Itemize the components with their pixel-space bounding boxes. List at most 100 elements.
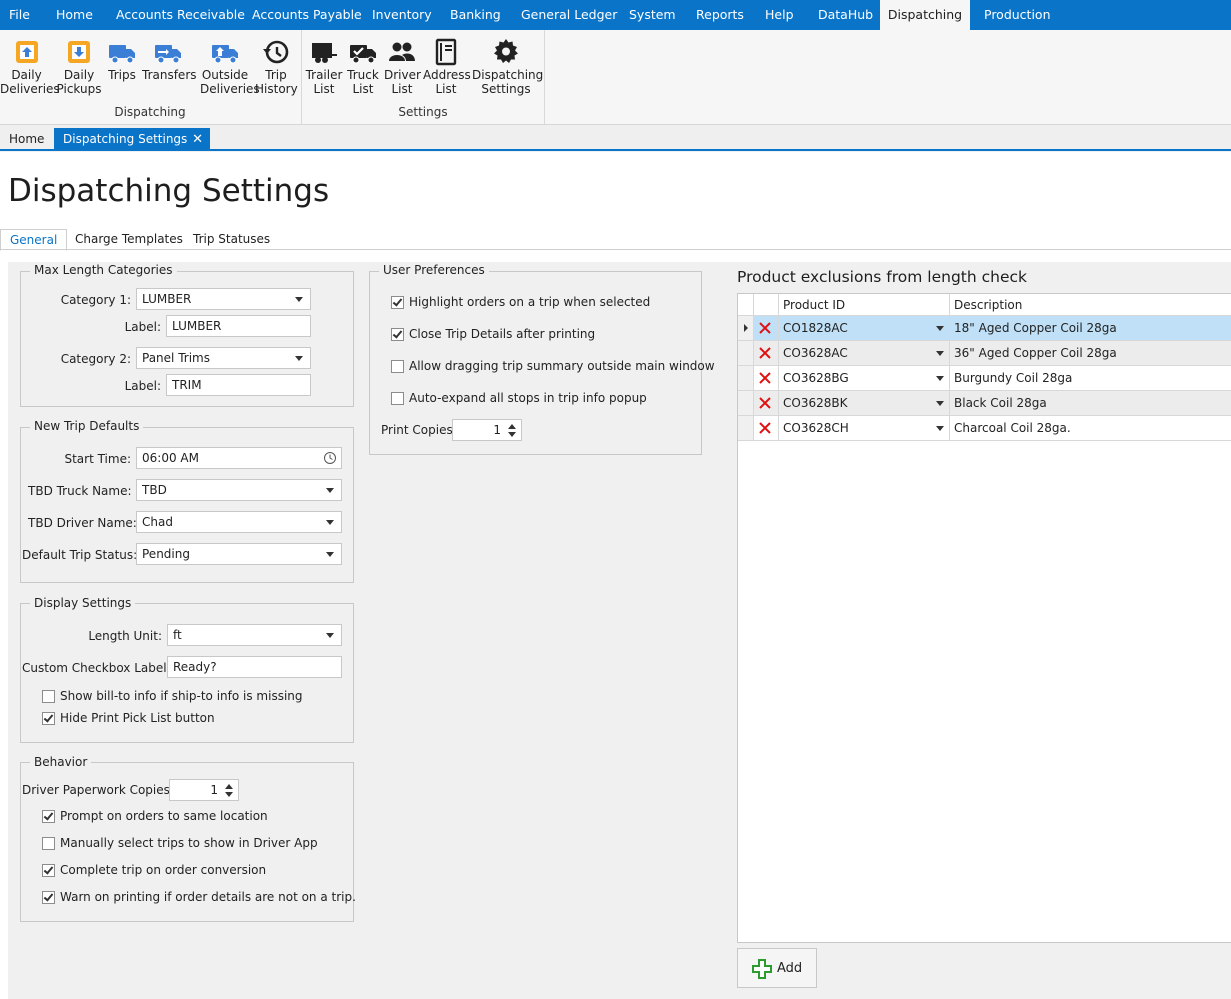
row-indicator[interactable] <box>738 316 754 340</box>
table-row[interactable]: CO3628CH Charcoal Coil 28ga. <box>738 416 1231 441</box>
table-row[interactable]: CO3628BG Burgundy Coil 28ga <box>738 366 1231 391</box>
truck-list-button[interactable]: Truck List <box>345 34 381 100</box>
chevron-down-icon[interactable] <box>936 401 944 406</box>
clock-icon[interactable] <box>323 451 337 465</box>
user-pref-checkbox[interactable] <box>391 392 404 405</box>
daily-deliveries-button[interactable]: Daily Deliveries <box>0 34 60 100</box>
chevron-down-icon[interactable] <box>936 426 944 431</box>
delete-row-button[interactable] <box>754 316 779 340</box>
product-id-cell[interactable]: CO1828AC <box>779 316 950 340</box>
product-id-cell[interactable]: CO3628CH <box>779 416 950 440</box>
delete-row-button[interactable] <box>754 366 779 390</box>
user-pref-checkbox[interactable] <box>391 360 404 373</box>
category2-select[interactable]: Panel Trims <box>136 347 311 369</box>
table-row[interactable]: CO1828AC 18" Aged Copper Coil 28ga <box>738 316 1231 341</box>
behavior-option-checkbox[interactable] <box>42 891 55 904</box>
trips-button[interactable]: Trips <box>104 34 140 100</box>
menu-inventory[interactable]: Inventory <box>372 0 432 30</box>
trip-history-button[interactable]: Trip History <box>255 34 298 100</box>
chevron-down-icon[interactable] <box>936 351 944 356</box>
menu-general-ledger[interactable]: General Ledger <box>521 0 617 30</box>
group-title: Behavior <box>30 755 92 769</box>
description-cell[interactable]: Black Coil 28ga <box>950 391 1231 415</box>
driver-paperwork-copies-stepper[interactable]: 1 <box>169 779 239 801</box>
chevron-down-icon[interactable] <box>936 376 944 381</box>
user-pref-label: Auto-expand all stops in trip info popup <box>409 391 647 405</box>
trailer-list-button[interactable]: Trailer List <box>305 34 343 100</box>
close-icon[interactable]: ✕ <box>192 128 203 151</box>
spin-down-icon[interactable] <box>508 432 516 437</box>
menu-production[interactable]: Production <box>984 0 1051 30</box>
hide-pick-list-checkbox[interactable] <box>42 712 55 725</box>
table-row[interactable]: CO3628BK Black Coil 28ga <box>738 391 1231 416</box>
default-trip-status-select[interactable]: Pending <box>136 543 342 565</box>
user-pref-checkbox[interactable] <box>391 328 404 341</box>
behavior-option-checkbox[interactable] <box>42 810 55 823</box>
description-cell[interactable]: 18" Aged Copper Coil 28ga <box>950 316 1231 340</box>
col-product-id[interactable]: Product ID <box>779 294 950 316</box>
print-copies-stepper[interactable]: 1 <box>452 419 522 441</box>
menu-accounts-receivable[interactable]: Accounts Receivable <box>116 0 245 30</box>
check-mark-icon <box>392 296 403 307</box>
tbd-truck-select[interactable]: TBD <box>136 479 342 501</box>
behavior-option-checkbox[interactable] <box>42 837 55 850</box>
group-title: New Trip Defaults <box>30 419 144 433</box>
label2-input[interactable]: TRIM <box>166 374 311 396</box>
transfers-button[interactable]: Transfers <box>142 34 197 100</box>
row-indicator[interactable] <box>738 391 754 415</box>
doc-tab-dispatching-settings[interactable]: Dispatching Settings ✕ <box>54 128 210 151</box>
product-id-cell[interactable]: CO3628AC <box>779 341 950 365</box>
menu-reports[interactable]: Reports <box>696 0 744 30</box>
spin-up-icon[interactable] <box>225 784 233 789</box>
tbd-driver-select[interactable]: Chad <box>136 511 342 533</box>
spin-up-icon[interactable] <box>508 424 516 429</box>
label1-input[interactable]: LUMBER <box>166 315 311 337</box>
tab-trip-statuses[interactable]: Trip Statuses <box>184 229 279 251</box>
menu-banking[interactable]: Banking <box>450 0 501 30</box>
exclusions-title: Product exclusions from length check <box>737 268 1027 286</box>
chevron-down-icon[interactable] <box>936 326 944 331</box>
people-icon <box>388 38 416 66</box>
row-indicator[interactable] <box>738 341 754 365</box>
dispatching-settings-button[interactable]: Dispatching Settings <box>472 34 543 100</box>
custom-checkbox-label-input[interactable]: Ready? <box>167 656 342 678</box>
product-id-cell[interactable]: CO3628BK <box>779 391 950 415</box>
row-indicator[interactable] <box>738 416 754 440</box>
menu-dispatching[interactable]: Dispatching <box>880 0 970 30</box>
menu-home[interactable]: Home <box>56 0 93 30</box>
driver-list-button[interactable]: Driver List <box>384 34 421 100</box>
address-list-button[interactable]: Address List <box>423 34 471 100</box>
length-unit-select[interactable]: ft <box>167 624 342 646</box>
user-pref-checkbox[interactable] <box>391 296 404 309</box>
spin-down-icon[interactable] <box>225 792 233 797</box>
description-cell[interactable]: Charcoal Coil 28ga. <box>950 416 1231 440</box>
tbd-driver-label: TBD Driver Name: <box>28 516 137 530</box>
delete-row-button[interactable] <box>754 416 779 440</box>
show-billto-checkbox[interactable] <box>42 690 55 703</box>
menu-help[interactable]: Help <box>765 0 794 30</box>
daily-pickups-button[interactable]: Daily Pickups <box>55 34 103 100</box>
delete-row-button[interactable] <box>754 341 779 365</box>
start-time-input[interactable]: 06:00 AM <box>136 447 342 469</box>
length-unit-label: Length Unit: <box>88 629 162 643</box>
menu-system[interactable]: System <box>629 0 676 30</box>
tab-charge-templates[interactable]: Charge Templates <box>66 229 192 251</box>
description-cell[interactable]: Burgundy Coil 28ga <box>950 366 1231 390</box>
delete-row-button[interactable] <box>754 391 779 415</box>
menu-file[interactable]: File <box>9 0 30 30</box>
behavior-option-checkbox[interactable] <box>42 864 55 877</box>
product-id-cell[interactable]: CO3628BG <box>779 366 950 390</box>
col-description[interactable]: Description <box>950 294 1231 316</box>
menu-datahub[interactable]: DataHub <box>818 0 873 30</box>
current-row-icon <box>744 324 748 332</box>
tab-general[interactable]: General <box>0 229 68 251</box>
outside-deliveries-button[interactable]: Outside Deliveries <box>200 34 260 100</box>
menu-accounts-payable[interactable]: Accounts Payable <box>252 0 362 30</box>
history-icon <box>262 38 290 66</box>
category1-select[interactable]: LUMBER <box>136 288 311 310</box>
doc-tab-home[interactable]: Home <box>0 128 53 151</box>
table-row[interactable]: CO3628AC 36" Aged Copper Coil 28ga <box>738 341 1231 366</box>
add-button[interactable]: Add <box>737 948 817 988</box>
description-cell[interactable]: 36" Aged Copper Coil 28ga <box>950 341 1231 365</box>
row-indicator[interactable] <box>738 366 754 390</box>
